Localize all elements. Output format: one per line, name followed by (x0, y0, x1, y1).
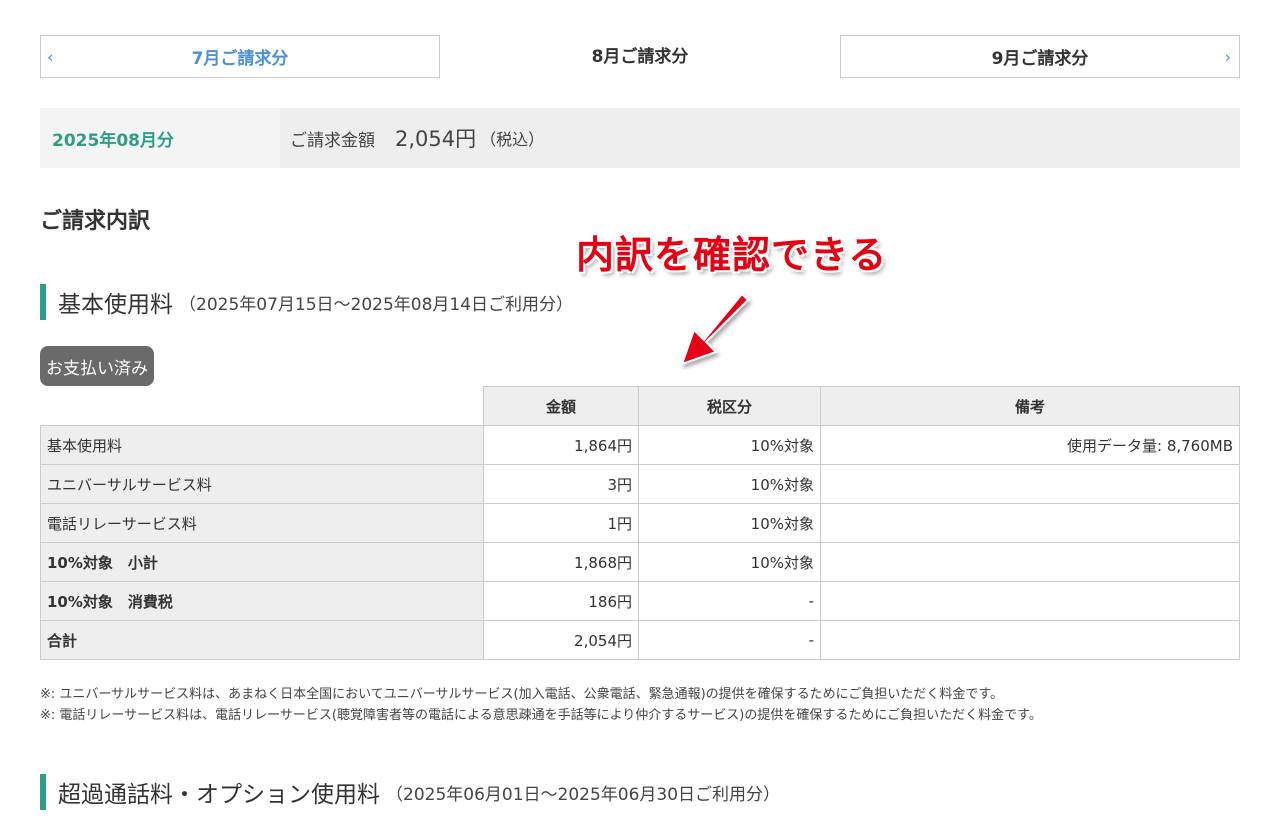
row-tax: 10%対象 (638, 464, 821, 504)
row-tax: - (638, 620, 821, 660)
overage-fee-heading: 超過通話料・オプション使用料 （2025年06月01日～2025年06月30日ご… (40, 774, 780, 810)
table-header-note: 備考 (820, 386, 1240, 426)
basic-fee-period: （2025年07月15日～2025年08月14日ご利用分） (179, 294, 574, 315)
row-tax: 10%対象 (638, 503, 821, 543)
prev-month-label: 7月ご請求分 (191, 49, 289, 69)
fee-table: 金額 税区分 備考 基本使用料 1,864円 10%対象 使用データ量: 8,7… (40, 386, 1240, 660)
billing-month: 2025年08月分 (40, 108, 280, 168)
table-header-amount: 金額 (483, 386, 639, 426)
table-row: 基本使用料 1,864円 10%対象 使用データ量: 8,760MB (40, 425, 1240, 465)
next-month-label: 9月ご請求分 (991, 49, 1089, 69)
status-badge: お支払い済み (40, 346, 154, 386)
month-navigation: ‹ 7月ご請求分 8月ご請求分 9月ご請求分 › (40, 35, 1240, 78)
annotation-arrow-icon (680, 292, 750, 366)
chevron-right-icon: › (1224, 47, 1231, 66)
chevron-left-icon: ‹ (47, 47, 54, 66)
row-label: 基本使用料 (40, 425, 484, 465)
row-note (820, 542, 1240, 582)
prev-month-button[interactable]: ‹ 7月ご請求分 (40, 35, 440, 78)
table-header-row: 金額 税区分 備考 (40, 386, 1240, 426)
row-amount: 1,868円 (483, 542, 639, 582)
table-row: ユニバーサルサービス料 3円 10%対象 (40, 464, 1240, 504)
footnotes: ※: ユニバーサルサービス料は、あまねく日本全国においてユニバーサルサービス(加… (40, 684, 1042, 726)
table-header-blank (40, 386, 484, 426)
row-tax: - (638, 581, 821, 621)
overage-fee-period: （2025年06月01日～2025年06月30日ご利用分） (386, 784, 781, 805)
amount-value: 2,054円 (395, 127, 477, 151)
row-note (820, 581, 1240, 621)
table-row: 10%対象 小計 1,868円 10%対象 (40, 542, 1240, 582)
table-row: 10%対象 消費税 186円 - (40, 581, 1240, 621)
annotation-callout: 内訳を確認できる (576, 233, 888, 277)
row-note: 使用データ量: 8,760MB (820, 425, 1240, 465)
row-note (820, 503, 1240, 543)
section-title: ご請求内訳 (40, 209, 151, 234)
row-label: 10%対象 消費税 (40, 581, 484, 621)
row-tax: 10%対象 (638, 425, 821, 465)
row-note (820, 620, 1240, 660)
row-tax: 10%対象 (638, 542, 821, 582)
row-label: 10%対象 小計 (40, 542, 484, 582)
basic-fee-heading: 基本使用料 （2025年07月15日～2025年08月14日ご利用分） (40, 284, 573, 320)
row-note (820, 464, 1240, 504)
next-month-button[interactable]: 9月ご請求分 › (840, 35, 1240, 78)
billing-amount: ご請求金額 2,054円 （税込） (290, 108, 544, 168)
billing-summary: 2025年08月分 ご請求金額 2,054円 （税込） (40, 108, 1240, 168)
overage-fee-title: 超過通話料・オプション使用料 (58, 782, 380, 808)
row-amount: 1円 (483, 503, 639, 543)
row-amount: 1,864円 (483, 425, 639, 465)
footnote-relay-service: ※: 電話リレーサービス料は、電話リレーサービス(聴覚障害者等の電話による意思疎… (40, 708, 1042, 723)
row-amount: 3円 (483, 464, 639, 504)
amount-label: ご請求金額 (290, 130, 375, 151)
table-row: 合計 2,054円 - (40, 620, 1240, 660)
row-label: 合計 (40, 620, 484, 660)
row-amount: 186円 (483, 581, 639, 621)
row-label: 電話リレーサービス料 (40, 503, 484, 543)
current-month-label: 8月ご請求分 (591, 47, 689, 67)
footnote-universal-service: ※: ユニバーサルサービス料は、あまねく日本全国においてユニバーサルサービス(加… (40, 687, 1004, 702)
row-amount: 2,054円 (483, 620, 639, 660)
tax-included-note: （税込） (480, 130, 545, 149)
row-label: ユニバーサルサービス料 (40, 464, 484, 504)
table-row: 電話リレーサービス料 1円 10%対象 (40, 503, 1240, 543)
table-header-tax: 税区分 (638, 386, 821, 426)
basic-fee-title: 基本使用料 (58, 292, 173, 318)
